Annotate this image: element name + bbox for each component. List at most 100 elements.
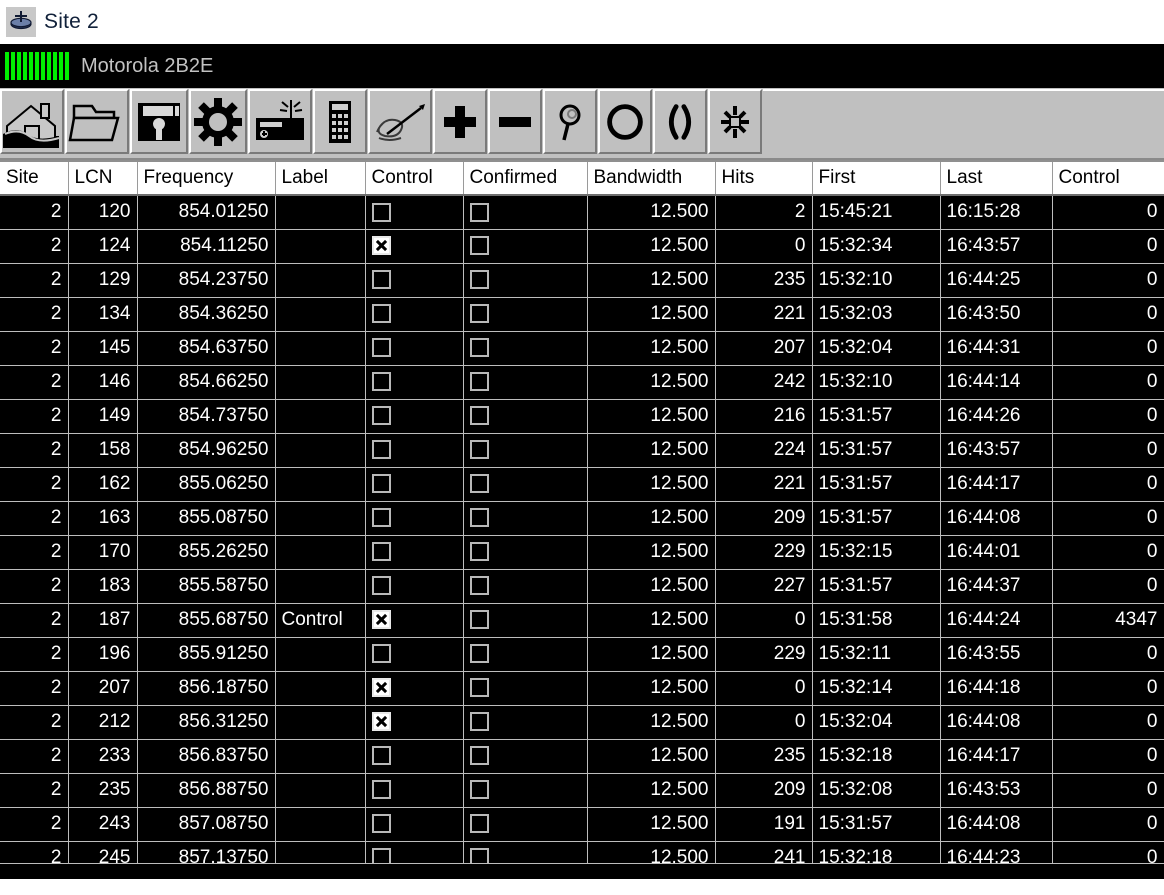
cell-confirmed[interactable]: [463, 331, 588, 366]
cell-first[interactable]: 15:31:57: [812, 807, 941, 842]
cell-frequency[interactable]: 856.31250: [137, 705, 276, 740]
column-header-control[interactable]: Control: [365, 160, 464, 196]
cell-site[interactable]: 2: [0, 263, 69, 298]
checkbox-unchecked-confirmed[interactable]: [469, 270, 489, 290]
cell-control[interactable]: [365, 773, 464, 808]
cell-bandwidth[interactable]: 12.500: [587, 807, 716, 842]
cell-frequency[interactable]: 854.01250: [137, 195, 276, 230]
cell-first[interactable]: 15:31:57: [812, 501, 941, 536]
cell-control2[interactable]: 0: [1052, 773, 1164, 808]
cell-first[interactable]: 15:32:18: [812, 739, 941, 774]
cell-last[interactable]: 16:44:01: [940, 535, 1053, 570]
column-header-control2[interactable]: Control: [1052, 160, 1164, 196]
table-row[interactable]: 2 207 856.18750 12.500 0 15:32:14 16:44:18 0: [0, 671, 1164, 706]
radio-scanner-icon[interactable]: [248, 89, 312, 154]
cell-frequency[interactable]: 855.06250: [137, 467, 276, 502]
cell-control2[interactable]: 0: [1052, 365, 1164, 400]
cell-confirmed[interactable]: [463, 229, 588, 264]
table-row[interactable]: 2 163 855.08750 12.500 209 15:31:57 16:44:08 0: [0, 501, 1164, 536]
column-header-frequency[interactable]: Frequency: [137, 160, 276, 196]
cell-control2[interactable]: 0: [1052, 671, 1164, 706]
cell-control2[interactable]: 0: [1052, 297, 1164, 332]
cell-hits[interactable]: 221: [715, 467, 813, 502]
cell-bandwidth[interactable]: 12.500: [587, 705, 716, 740]
cell-label[interactable]: [275, 297, 366, 332]
cell-first[interactable]: 15:32:10: [812, 263, 941, 298]
cell-frequency[interactable]: 854.36250: [137, 297, 276, 332]
refresh-parens-icon[interactable]: [653, 89, 707, 154]
cell-control2[interactable]: 0: [1052, 705, 1164, 740]
cell-confirmed[interactable]: [463, 739, 588, 774]
checkbox-unchecked-control[interactable]: [371, 304, 391, 324]
checkbox-unchecked-control[interactable]: [371, 814, 391, 834]
cell-bandwidth[interactable]: 12.500: [587, 195, 716, 230]
table-row[interactable]: 2 146 854.66250 12.500 242 15:32:10 16:44:14 0: [0, 365, 1164, 400]
cell-site[interactable]: 2: [0, 807, 69, 842]
cell-label[interactable]: [275, 671, 366, 706]
cell-bandwidth[interactable]: 12.500: [587, 637, 716, 672]
cell-label[interactable]: [275, 229, 366, 264]
cell-bandwidth[interactable]: 12.500: [587, 603, 716, 638]
cell-site[interactable]: 2: [0, 705, 69, 740]
cell-lcn[interactable]: 170: [68, 535, 138, 570]
checkbox-unchecked-control[interactable]: [371, 338, 391, 358]
cell-lcn[interactable]: 146: [68, 365, 138, 400]
cell-last[interactable]: 16:43:53: [940, 773, 1053, 808]
table-row[interactable]: 2 243 857.08750 12.500 191 15:31:57 16:44:08 0: [0, 807, 1164, 842]
cell-label[interactable]: [275, 331, 366, 366]
cell-site[interactable]: 2: [0, 229, 69, 264]
cell-lcn[interactable]: 233: [68, 739, 138, 774]
cell-site[interactable]: 2: [0, 603, 69, 638]
table-row[interactable]: 2 149 854.73750 12.500 216 15:31:57 16:44:26 0: [0, 399, 1164, 434]
cell-frequency[interactable]: 855.91250: [137, 637, 276, 672]
cell-lcn[interactable]: 163: [68, 501, 138, 536]
cell-control2[interactable]: 0: [1052, 807, 1164, 842]
cell-lcn[interactable]: 120: [68, 195, 138, 230]
cell-last[interactable]: 16:44:14: [940, 365, 1053, 400]
plus-icon[interactable]: [433, 89, 487, 154]
cell-control[interactable]: [365, 671, 464, 706]
cell-control2[interactable]: 0: [1052, 467, 1164, 502]
cell-site[interactable]: 2: [0, 535, 69, 570]
cell-lcn[interactable]: 187: [68, 603, 138, 638]
cell-last[interactable]: 16:43:50: [940, 297, 1053, 332]
table-row[interactable]: 2 124 854.11250 12.500 0 15:32:34 16:43:57 0: [0, 229, 1164, 264]
checkbox-unchecked-confirmed[interactable]: [469, 780, 489, 800]
cell-site[interactable]: 2: [0, 433, 69, 468]
cell-control2[interactable]: 0: [1052, 535, 1164, 570]
cell-frequency[interactable]: 855.68750: [137, 603, 276, 638]
cell-confirmed[interactable]: [463, 467, 588, 502]
cell-lcn[interactable]: 134: [68, 297, 138, 332]
cell-hits[interactable]: 209: [715, 773, 813, 808]
cell-control2[interactable]: 0: [1052, 331, 1164, 366]
cell-label[interactable]: [275, 773, 366, 808]
cell-control2[interactable]: 0: [1052, 399, 1164, 434]
cell-first[interactable]: 15:32:11: [812, 637, 941, 672]
cell-control[interactable]: [365, 535, 464, 570]
cell-lcn[interactable]: 158: [68, 433, 138, 468]
cell-bandwidth[interactable]: 12.500: [587, 229, 716, 264]
cell-control2[interactable]: 0: [1052, 195, 1164, 230]
cell-last[interactable]: 16:44:24: [940, 603, 1053, 638]
cell-lcn[interactable]: 235: [68, 773, 138, 808]
cell-confirmed[interactable]: [463, 365, 588, 400]
cell-first[interactable]: 15:32:34: [812, 229, 941, 264]
column-header-bandwidth[interactable]: Bandwidth: [587, 160, 716, 196]
cell-confirmed[interactable]: [463, 637, 588, 672]
cell-site[interactable]: 2: [0, 671, 69, 706]
cell-label[interactable]: [275, 399, 366, 434]
cell-site[interactable]: 2: [0, 399, 69, 434]
cell-hits[interactable]: 0: [715, 229, 813, 264]
cell-last[interactable]: 16:15:28: [940, 195, 1053, 230]
cell-last[interactable]: 16:44:08: [940, 807, 1053, 842]
cell-frequency[interactable]: 855.58750: [137, 569, 276, 604]
cell-bandwidth[interactable]: 12.500: [587, 569, 716, 604]
cell-control[interactable]: [365, 399, 464, 434]
cell-confirmed[interactable]: [463, 535, 588, 570]
table-row[interactable]: 2 183 855.58750 12.500 227 15:31:57 16:44:37 0: [0, 569, 1164, 604]
minus-icon[interactable]: [488, 89, 542, 154]
table-row[interactable]: 2 162 855.06250 12.500 221 15:31:57 16:44:17 0: [0, 467, 1164, 502]
table-row[interactable]: 2 145 854.63750 12.500 207 15:32:04 16:44:31 0: [0, 331, 1164, 366]
cell-frequency[interactable]: 854.96250: [137, 433, 276, 468]
checkbox-unchecked-confirmed[interactable]: [469, 508, 489, 528]
